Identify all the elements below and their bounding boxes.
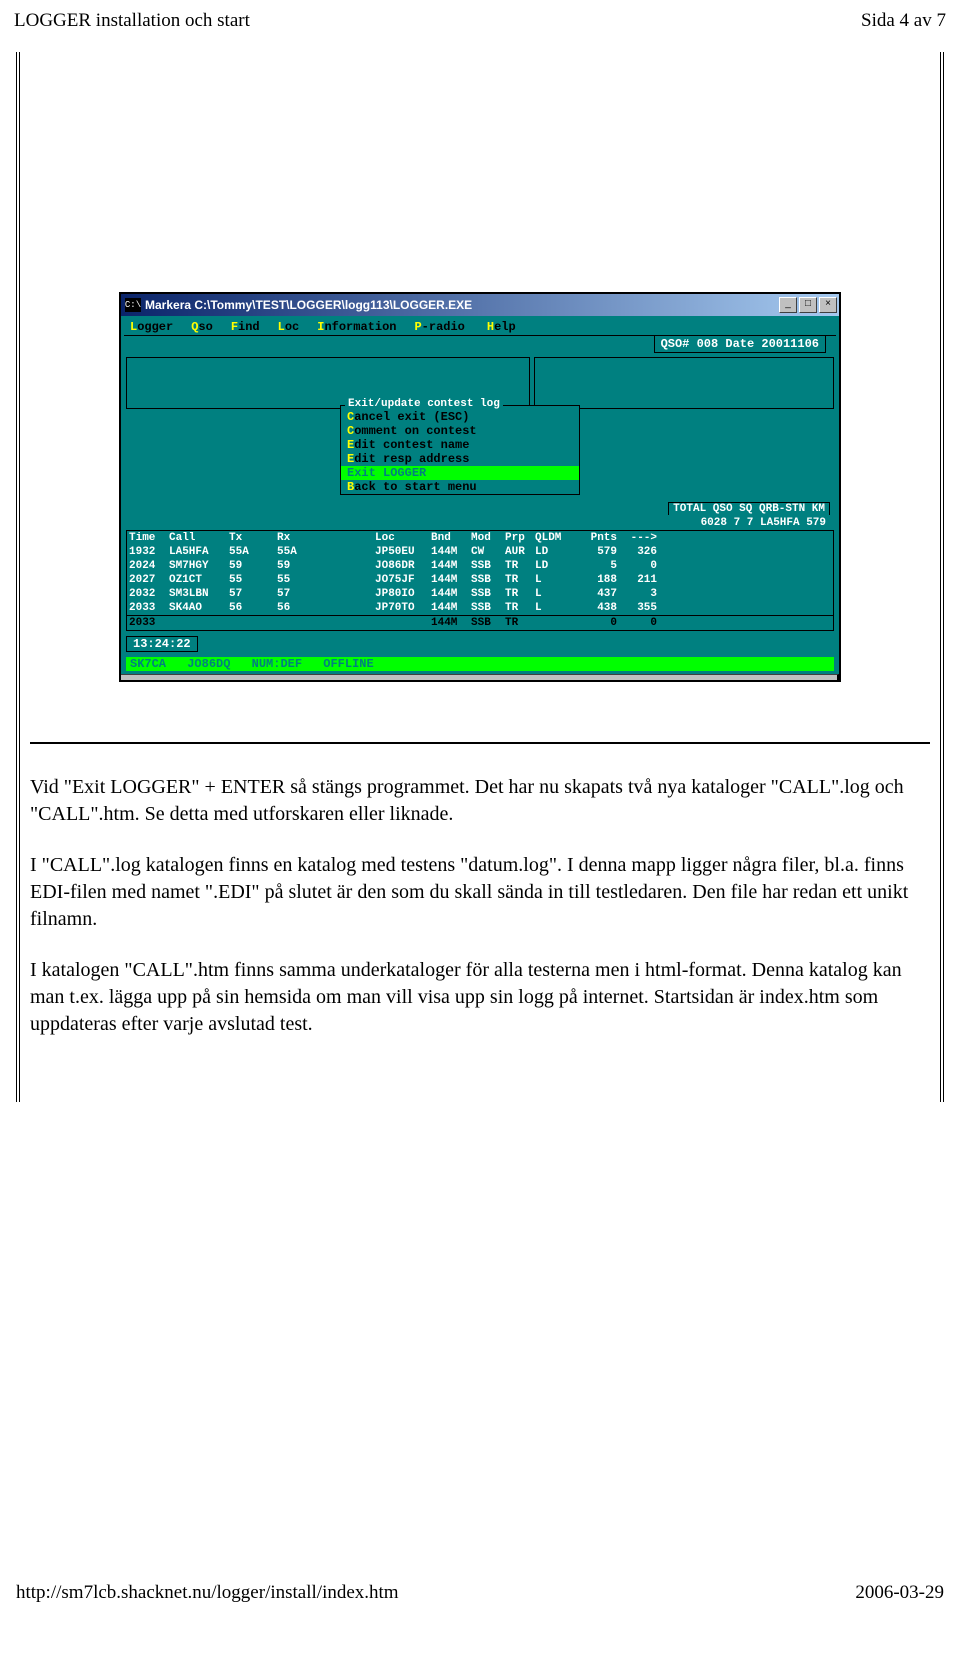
menu-help[interactable]: Help <box>487 320 516 334</box>
menu-logger[interactable]: Logger <box>130 320 173 334</box>
stats-values: 6028 7 7 LA5HFA 579 <box>697 517 830 529</box>
stats-header: TOTAL QSO SQ QRB-STN KM <box>668 502 830 515</box>
exit-dialog: Exit/update contest log Cancel exit (ESC… <box>340 405 580 495</box>
paragraph-1: Vid "Exit LOGGER" + ENTER så stängs prog… <box>30 774 930 828</box>
maximize-button[interactable]: □ <box>799 297 817 313</box>
paragraph-2: I "CALL".log katalogen finns en katalog … <box>30 852 930 933</box>
table-row: 2033 144M SSB TR 0 0 <box>127 616 833 630</box>
window-shadow <box>121 674 839 680</box>
menu-find[interactable]: Find <box>231 320 260 334</box>
dialog-comment[interactable]: Comment on contest <box>341 424 579 438</box>
menu-qso[interactable]: Qso <box>191 320 213 334</box>
content-frame: C:\ Markera C:\Tommy\TEST\LOGGER\logg113… <box>16 52 944 1102</box>
dialog-edit-name[interactable]: Edit contest name <box>341 438 579 452</box>
table-row: 2033SK4AO5656JP70TO144MSSBTRL438355 <box>127 601 833 615</box>
window-titlebar[interactable]: C:\ Markera C:\Tommy\TEST\LOGGER\logg113… <box>121 294 839 316</box>
header-left: LOGGER installation och start <box>14 10 250 32</box>
stats-bar: TOTAL QSO SQ QRB-STN KM <box>124 501 836 516</box>
qso-info: QSO# 008 Date 20011106 <box>654 336 826 353</box>
dialog-cancel[interactable]: Cancel exit (ESC) <box>341 410 579 424</box>
status-num: NUM:DEF <box>252 657 302 671</box>
dialog-back-start[interactable]: Back to start menu <box>341 480 579 494</box>
status-loc: JO86DQ <box>187 657 230 671</box>
app-icon: C:\ <box>125 298 141 312</box>
page-footer: http://sm7lcb.shacknet.nu/logger/install… <box>14 1582 946 1604</box>
menu-bar[interactable]: Logger Qso Find Loc Information P-radio … <box>124 319 836 335</box>
page-header: LOGGER installation och start Sida 4 av … <box>14 10 946 32</box>
header-right: Sida 4 av 7 <box>861 10 946 32</box>
paragraph-3: I katalogen "CALL".htm finns samma under… <box>30 957 930 1038</box>
clock-box: 13:24:22 <box>124 631 836 654</box>
status-conn: OFFLINE <box>323 657 373 671</box>
status-bar: SK7CA JO86DQ NUM:DEF OFFLINE <box>126 657 834 671</box>
footer-date: 2006-03-29 <box>855 1582 944 1604</box>
table-row: 2032SM3LBN5757JP80IO144MSSBTRL4373 <box>127 587 833 601</box>
separator <box>30 742 930 744</box>
menu-information[interactable]: Information <box>317 320 396 334</box>
table-input-row[interactable]: 2033 144M SSB TR 0 0 <box>126 616 834 631</box>
table-row: 2027OZ1CT5555JO75JF144MSSBTRL188211 <box>127 573 833 587</box>
dialog-edit-address[interactable]: Edit resp address <box>341 452 579 466</box>
menu-pradio[interactable]: P-radio <box>414 320 464 334</box>
table-header: Time Call Tx Rx Loc Bnd Mod Prp QLDM Pnt… <box>127 531 833 545</box>
qso-info-bar: QSO# 008 Date 20011106 <box>124 335 836 355</box>
close-button[interactable]: × <box>819 297 837 313</box>
dos-body: Logger Qso Find Loc Information P-radio … <box>121 316 839 674</box>
table-row: 2024SM7HGY5959JO86DR144MSSBTRLD50 <box>127 559 833 573</box>
window-title: Markera C:\Tommy\TEST\LOGGER\logg113\LOG… <box>145 298 779 312</box>
table-row: 1932LA5HFA55A55AJP50EU144MCWAURLD579326 <box>127 545 833 559</box>
footer-url: http://sm7lcb.shacknet.nu/logger/install… <box>16 1582 399 1604</box>
right-panel <box>534 357 834 409</box>
qso-table: Time Call Tx Rx Loc Bnd Mod Prp QLDM Pnt… <box>126 530 834 616</box>
clock: 13:24:22 <box>126 636 198 652</box>
dialog-title: Exit/update contest log <box>341 398 579 410</box>
menu-loc[interactable]: Loc <box>278 320 300 334</box>
dos-window: C:\ Markera C:\Tommy\TEST\LOGGER\logg113… <box>119 292 841 682</box>
minimize-button[interactable]: _ <box>779 297 797 313</box>
status-call: SK7CA <box>130 657 166 671</box>
dialog-exit-logger[interactable]: Exit LOGGER <box>341 466 579 480</box>
stats-values-row: 6028 7 7 LA5HFA 579 <box>124 516 836 530</box>
